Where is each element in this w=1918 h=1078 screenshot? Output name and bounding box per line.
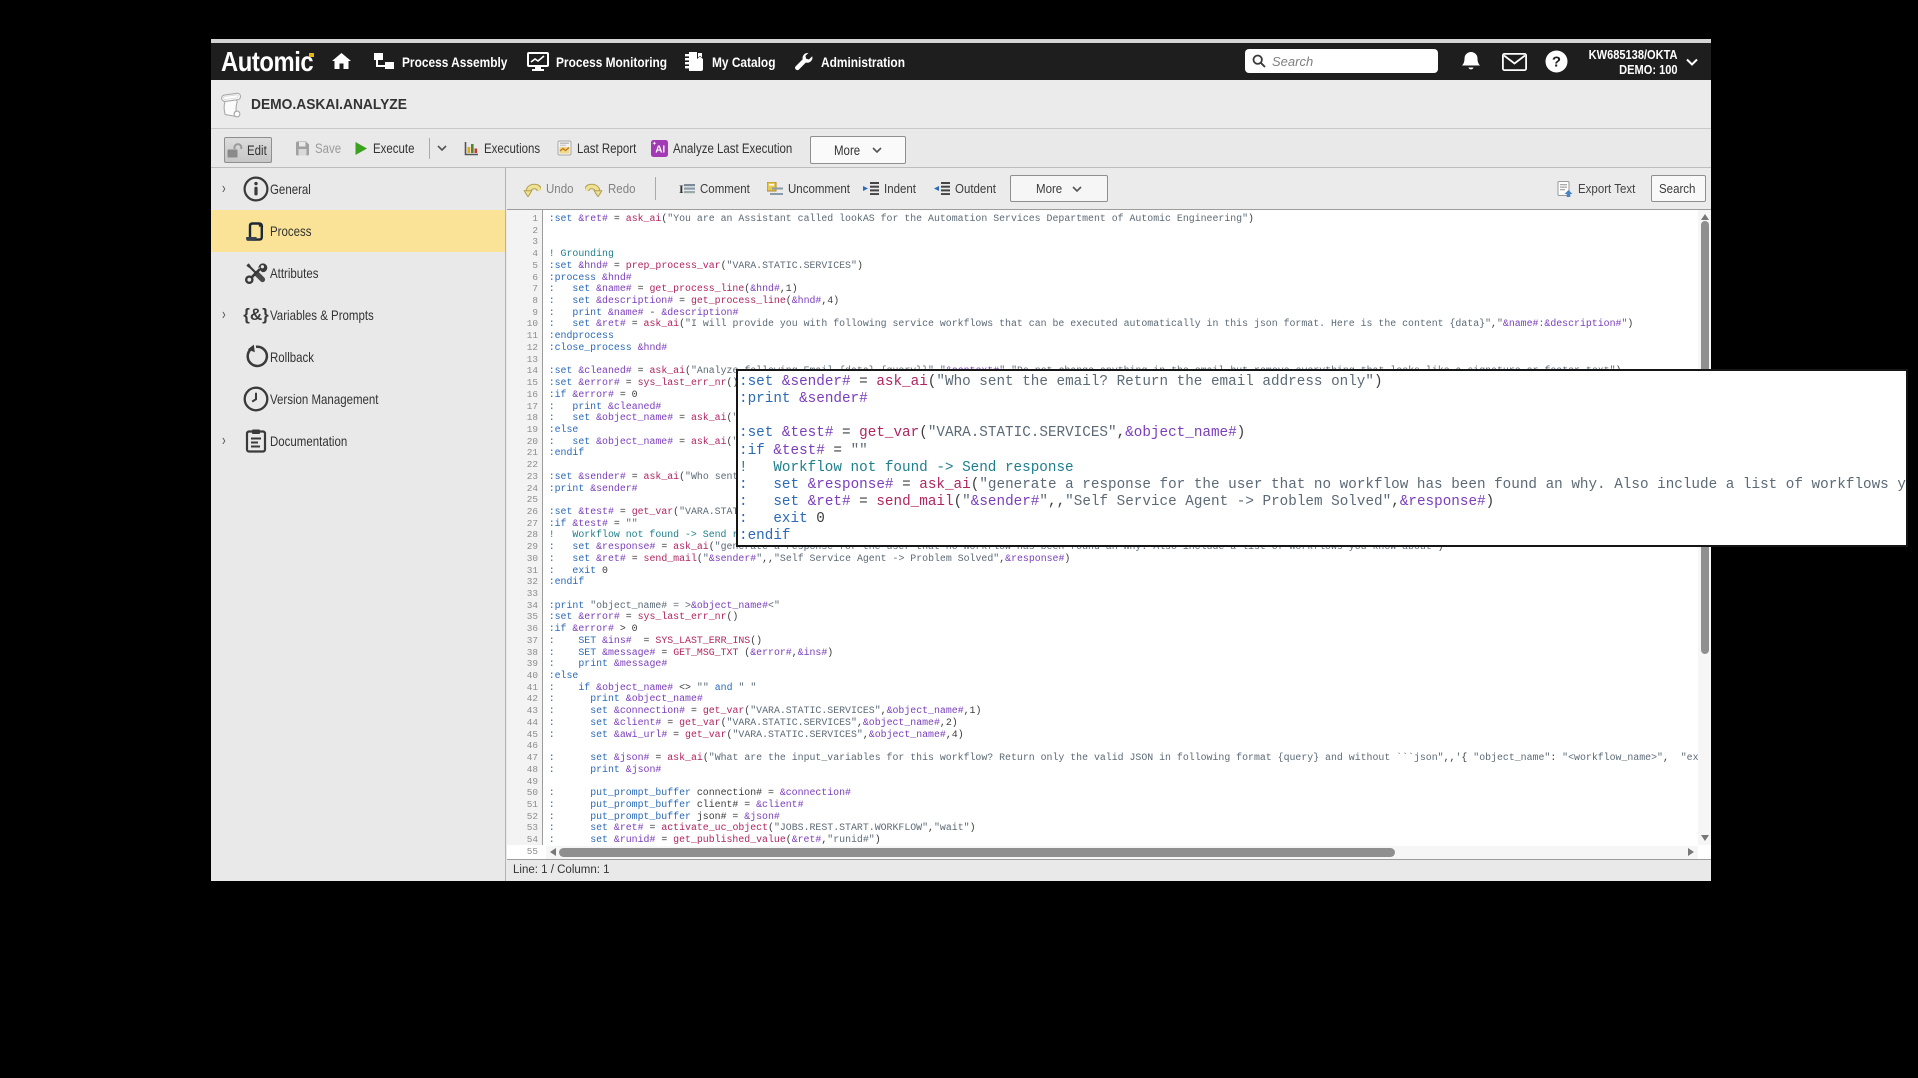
svg-text:?: ? xyxy=(1552,54,1561,71)
svg-text:I: I xyxy=(679,182,684,195)
svg-text:AI: AI xyxy=(655,144,665,155)
